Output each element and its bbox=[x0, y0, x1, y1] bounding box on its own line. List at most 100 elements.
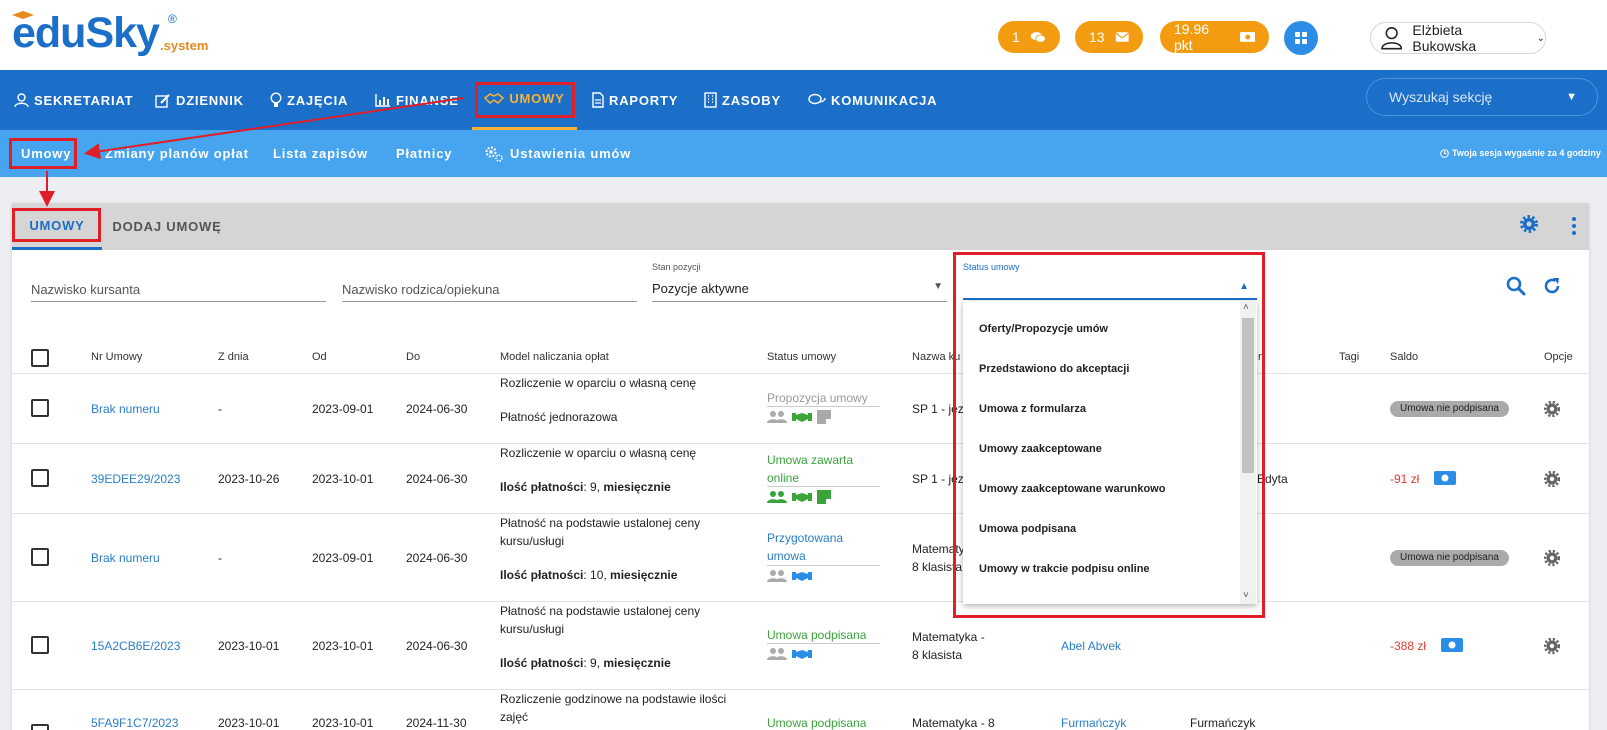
user-icon bbox=[14, 92, 29, 107]
row-checkbox[interactable] bbox=[31, 469, 49, 487]
row-divider bbox=[12, 443, 1589, 444]
handshake-icon bbox=[792, 413, 812, 422]
col-model[interactable]: Model naliczania opłat bbox=[500, 351, 609, 363]
contract-number-link[interactable]: Brak numeru bbox=[91, 549, 160, 567]
section-search-select[interactable]: Wyszukaj sekcję ▼ bbox=[1366, 78, 1598, 116]
nav-zajecia[interactable]: ZAJĘCIA bbox=[270, 70, 348, 130]
student-link[interactable]: Furmańczyk bbox=[1061, 714, 1126, 730]
tab-label: DODAJ UMOWĘ bbox=[112, 219, 222, 234]
col-saldo[interactable]: Saldo bbox=[1390, 351, 1418, 363]
to-cell: 2024-06-30 bbox=[406, 639, 468, 653]
input-underline bbox=[31, 301, 326, 302]
logo[interactable]: eduSky bbox=[12, 8, 160, 58]
contract-number-link[interactable]: 39EDEE29/2023 bbox=[91, 470, 180, 488]
caret-down-icon: ▼ bbox=[1566, 91, 1577, 103]
col-z-dnia[interactable]: Z dnia bbox=[218, 351, 249, 363]
document-icon bbox=[592, 92, 604, 108]
nav-label: FINANSE bbox=[396, 92, 459, 108]
payments-value: : 10, bbox=[583, 568, 611, 582]
row-options-gear-icon[interactable] bbox=[1544, 550, 1560, 566]
grid-icon bbox=[1295, 32, 1307, 44]
status-badge: Umowa nie podpisana bbox=[1390, 550, 1509, 566]
chat-icon bbox=[1030, 32, 1046, 43]
chat-button[interactable]: 1 bbox=[998, 21, 1060, 53]
input-underline bbox=[342, 301, 637, 302]
row-checkbox[interactable] bbox=[31, 724, 49, 730]
people-icon bbox=[767, 570, 787, 582]
money-icon[interactable] bbox=[1441, 638, 1463, 652]
row-options-gear-icon[interactable] bbox=[1544, 401, 1560, 417]
refresh-icon[interactable] bbox=[1542, 276, 1562, 296]
row-options-gear-icon[interactable] bbox=[1544, 471, 1560, 487]
money-icon[interactable] bbox=[1434, 471, 1456, 485]
search-icon[interactable] bbox=[1506, 276, 1526, 296]
row-options-gear-icon[interactable] bbox=[1544, 638, 1560, 654]
col-status[interactable]: Status umowy bbox=[767, 351, 836, 363]
clock-icon bbox=[1440, 148, 1449, 158]
subnav-label: Płatnicy bbox=[396, 146, 453, 161]
nav-sekretariat[interactable]: SEKRETARIAT bbox=[14, 70, 133, 130]
from-cell: 2023-10-01 bbox=[312, 639, 374, 653]
student-name-input[interactable]: Nazwisko kursanta bbox=[31, 270, 326, 302]
contract-number-link[interactable]: 5FA9F1C7/2023 bbox=[91, 714, 178, 730]
from-cell: 2023-09-01 bbox=[312, 551, 374, 565]
parent-name-input[interactable]: Nazwisko rodzica/opiekuna bbox=[342, 270, 637, 302]
nav-dziennik[interactable]: DZIENNIK bbox=[155, 70, 244, 130]
row-checkbox[interactable] bbox=[31, 636, 49, 654]
money-icon bbox=[1239, 32, 1255, 42]
to-cell: 2024-06-30 bbox=[406, 472, 468, 486]
nav-label: SEKRETARIAT bbox=[34, 92, 134, 108]
payments-label: Ilość płatności bbox=[500, 656, 584, 670]
contract-number-link[interactable]: Brak numeru bbox=[91, 400, 160, 418]
date-cell: 2023-10-26 bbox=[218, 472, 280, 486]
date-cell: 2023-10-01 bbox=[218, 639, 280, 653]
contract-number-link[interactable]: 15A2CB6E/2023 bbox=[91, 637, 180, 655]
apps-grid-button[interactable] bbox=[1284, 21, 1318, 55]
status-text: Umowa podpisana bbox=[767, 716, 867, 730]
nav-komunikacja[interactable]: KOMUNIKACJA bbox=[808, 70, 937, 130]
user-menu[interactable]: Elżbieta Bukowska ⌄ bbox=[1370, 22, 1546, 54]
subnav-lista-zapisow[interactable]: Lista zapisów bbox=[273, 130, 368, 177]
nav-zasoby[interactable]: ZASOBY bbox=[704, 70, 781, 130]
date-cell: - bbox=[218, 402, 222, 416]
col-opcje[interactable]: Opcje bbox=[1544, 351, 1573, 363]
student-placeholder: Nazwisko kursanta bbox=[31, 282, 141, 297]
student-link[interactable]: Abel Abvek bbox=[1061, 637, 1121, 655]
settings-gear-icon[interactable] bbox=[1520, 215, 1538, 233]
position-state-select[interactable]: Stan pozycji Pozycje aktywne ▼ bbox=[652, 262, 947, 302]
status-icons bbox=[767, 569, 812, 583]
status-icons bbox=[767, 410, 831, 424]
col-od[interactable]: Od bbox=[312, 351, 327, 363]
subnav-ustawienia-umow[interactable]: Ustawienia umów bbox=[484, 130, 631, 177]
nav-finanse[interactable]: FINANSE bbox=[375, 70, 459, 130]
highlight-subnav-umowy bbox=[9, 138, 77, 169]
people-icon bbox=[767, 411, 787, 423]
payments-value: : 9, bbox=[583, 656, 604, 670]
tab-dodaj-umowe[interactable]: DODAJ UMOWĘ bbox=[108, 203, 226, 250]
model-cell-detail: Ilość płatności: 9, miesięcznie bbox=[500, 478, 671, 496]
points-button[interactable]: 19.96 pkt bbox=[1160, 21, 1269, 53]
row-checkbox[interactable] bbox=[31, 399, 49, 417]
handshake-icon bbox=[792, 493, 812, 502]
col-nr-umowy[interactable]: Nr Umowy bbox=[91, 351, 142, 363]
date-cell: - bbox=[218, 551, 222, 565]
model-cell: Rozliczenie w oparciu o własną cenę bbox=[500, 446, 697, 460]
subnav-platnicy[interactable]: Płatnicy bbox=[396, 130, 452, 177]
col-do[interactable]: Do bbox=[406, 351, 420, 363]
payments-label: Ilość płatności bbox=[500, 480, 584, 494]
logo-suffix: .system bbox=[160, 38, 209, 53]
mail-button[interactable]: 13 bbox=[1075, 21, 1143, 53]
gears-icon bbox=[485, 146, 503, 162]
select-all-checkbox[interactable] bbox=[31, 349, 49, 367]
col-tagi[interactable]: Tagi bbox=[1339, 351, 1359, 363]
row-divider bbox=[12, 601, 1589, 602]
row-checkbox[interactable] bbox=[31, 548, 49, 566]
status-icons bbox=[767, 490, 831, 504]
model-cell-detail: Ilość płatności: 9, miesięcznie bbox=[500, 654, 671, 672]
status-icons bbox=[767, 647, 812, 661]
nav-label: KOMUNIKACJA bbox=[831, 92, 938, 108]
more-vertical-icon[interactable] bbox=[1571, 216, 1577, 236]
nav-label: ZASOBY bbox=[722, 92, 781, 108]
subnav-zmiany-planow[interactable]: Zmiany planów opłat bbox=[105, 130, 249, 177]
nav-raporty[interactable]: RAPORTY bbox=[592, 70, 678, 130]
